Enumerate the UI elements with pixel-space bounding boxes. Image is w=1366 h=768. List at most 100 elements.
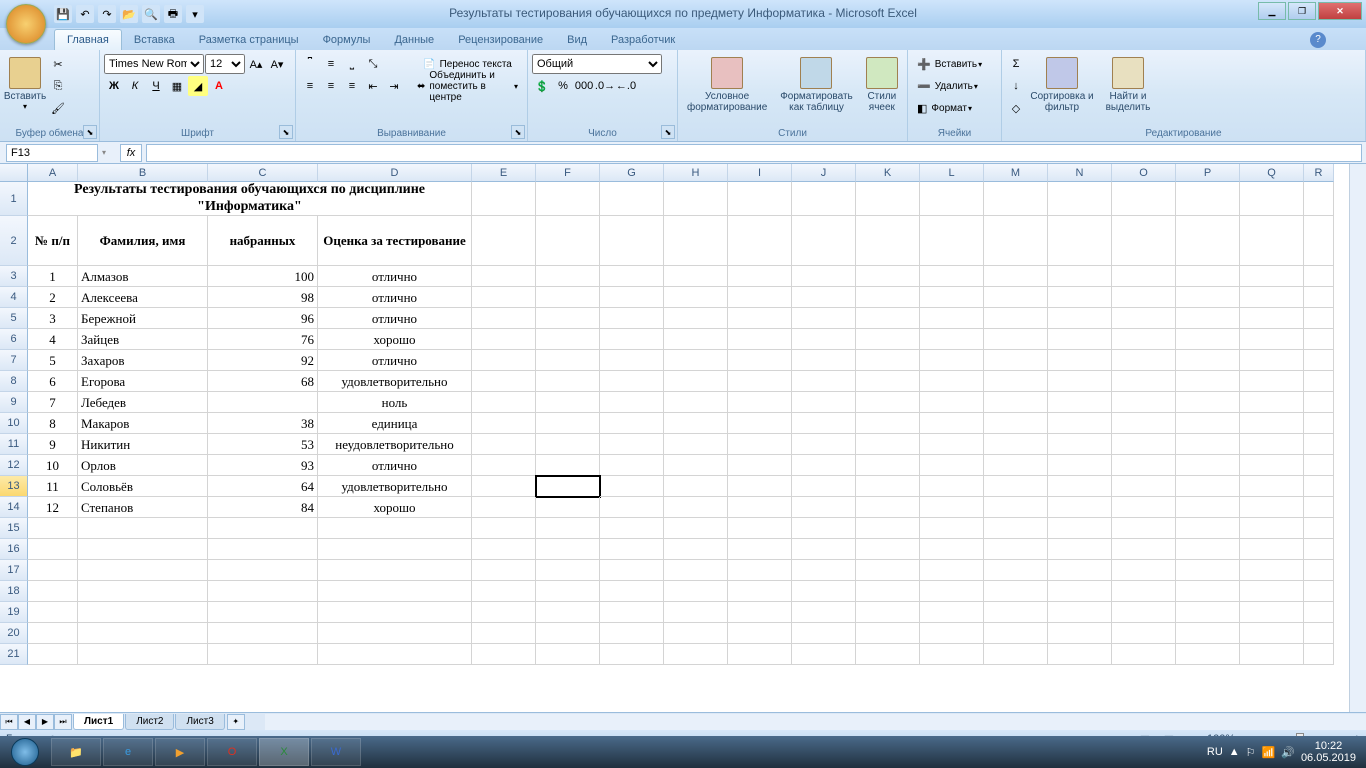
cell[interactable] bbox=[1112, 497, 1176, 518]
cell[interactable] bbox=[1240, 308, 1304, 329]
cell[interactable] bbox=[1240, 623, 1304, 644]
cell[interactable] bbox=[664, 476, 728, 497]
task-ie[interactable]: e bbox=[103, 738, 153, 766]
cell[interactable] bbox=[728, 644, 792, 665]
cell[interactable] bbox=[536, 455, 600, 476]
cell[interactable] bbox=[318, 539, 472, 560]
cell[interactable] bbox=[920, 287, 984, 308]
cell[interactable] bbox=[1176, 308, 1240, 329]
cell[interactable] bbox=[600, 623, 664, 644]
row-header[interactable]: 14 bbox=[0, 497, 28, 518]
font-size-select[interactable]: 12 bbox=[205, 54, 245, 74]
cell[interactable] bbox=[856, 350, 920, 371]
cell[interactable] bbox=[1304, 497, 1334, 518]
cell[interactable] bbox=[1304, 371, 1334, 392]
cell[interactable] bbox=[1240, 434, 1304, 455]
cell[interactable]: 4 bbox=[28, 329, 78, 350]
cell[interactable] bbox=[984, 455, 1048, 476]
cell[interactable] bbox=[318, 560, 472, 581]
cell[interactable] bbox=[920, 539, 984, 560]
cell[interactable] bbox=[856, 644, 920, 665]
cell[interactable] bbox=[472, 182, 536, 216]
cell[interactable] bbox=[984, 266, 1048, 287]
indent-inc-icon[interactable]: ⇥ bbox=[384, 76, 404, 96]
cell[interactable] bbox=[1112, 392, 1176, 413]
cell[interactable] bbox=[792, 497, 856, 518]
cell[interactable] bbox=[920, 266, 984, 287]
cell[interactable]: 92 bbox=[208, 350, 318, 371]
col-header-C[interactable]: C bbox=[208, 164, 318, 182]
cell[interactable] bbox=[984, 560, 1048, 581]
cell[interactable] bbox=[1112, 581, 1176, 602]
cell[interactable] bbox=[1048, 266, 1112, 287]
cell[interactable] bbox=[1176, 371, 1240, 392]
cell[interactable] bbox=[856, 216, 920, 266]
cell[interactable] bbox=[1240, 216, 1304, 266]
cell[interactable]: единица bbox=[318, 413, 472, 434]
cell[interactable] bbox=[664, 623, 728, 644]
cell[interactable] bbox=[536, 182, 600, 216]
number-launcher[interactable]: ⬊ bbox=[661, 125, 675, 139]
cell[interactable] bbox=[792, 623, 856, 644]
cell[interactable] bbox=[208, 518, 318, 539]
cell[interactable] bbox=[472, 350, 536, 371]
cell[interactable] bbox=[792, 329, 856, 350]
cell[interactable] bbox=[1304, 581, 1334, 602]
cell[interactable] bbox=[600, 539, 664, 560]
cell[interactable] bbox=[1240, 371, 1304, 392]
cell[interactable] bbox=[1112, 287, 1176, 308]
row-header[interactable]: 16 bbox=[0, 539, 28, 560]
cell[interactable] bbox=[1240, 560, 1304, 581]
cell[interactable] bbox=[984, 287, 1048, 308]
maximize-button[interactable]: ❐ bbox=[1288, 2, 1316, 20]
cell[interactable] bbox=[1048, 350, 1112, 371]
cell[interactable] bbox=[1176, 644, 1240, 665]
cell[interactable]: отлично bbox=[318, 287, 472, 308]
cell[interactable]: 5 bbox=[28, 350, 78, 371]
merge-center-button[interactable]: ⬌Объединить и поместить в центре▾ bbox=[412, 76, 523, 96]
cell[interactable] bbox=[1176, 497, 1240, 518]
cell[interactable] bbox=[536, 371, 600, 392]
cell[interactable] bbox=[920, 308, 984, 329]
cell[interactable] bbox=[1176, 413, 1240, 434]
cell[interactable] bbox=[1304, 287, 1334, 308]
cell[interactable] bbox=[856, 539, 920, 560]
format-as-table-button[interactable]: Форматировать как таблицу bbox=[774, 54, 858, 120]
grow-font-icon[interactable]: A▴ bbox=[246, 54, 266, 74]
cell[interactable] bbox=[600, 308, 664, 329]
cell[interactable]: 93 bbox=[208, 455, 318, 476]
cell[interactable] bbox=[536, 560, 600, 581]
ribbon-tab-5[interactable]: Рецензирование bbox=[446, 30, 555, 50]
ribbon-tab-0[interactable]: Главная bbox=[54, 29, 122, 50]
cell[interactable]: Количество набранных баллов bbox=[208, 216, 318, 266]
help-icon[interactable]: ? bbox=[1310, 32, 1326, 48]
tray-volume-icon[interactable]: 🔊 bbox=[1281, 746, 1295, 759]
align-middle-icon[interactable]: ≡ bbox=[321, 54, 341, 74]
row-header[interactable]: 7 bbox=[0, 350, 28, 371]
cell[interactable] bbox=[984, 581, 1048, 602]
cell[interactable] bbox=[208, 392, 318, 413]
cell[interactable] bbox=[664, 644, 728, 665]
cell[interactable] bbox=[536, 308, 600, 329]
sheet-tab[interactable]: Лист1 bbox=[73, 714, 124, 730]
cell[interactable] bbox=[792, 266, 856, 287]
row-header[interactable]: 8 bbox=[0, 371, 28, 392]
new-sheet-button[interactable]: ✦ bbox=[227, 714, 245, 730]
cell[interactable]: 9 bbox=[28, 434, 78, 455]
ribbon-tab-4[interactable]: Данные bbox=[382, 30, 446, 50]
horizontal-scrollbar[interactable] bbox=[265, 714, 1366, 730]
cell[interactable] bbox=[920, 644, 984, 665]
align-center-icon[interactable]: ≡ bbox=[321, 76, 341, 96]
col-header-L[interactable]: L bbox=[920, 164, 984, 182]
col-header-P[interactable]: P bbox=[1176, 164, 1240, 182]
task-word[interactable]: W bbox=[311, 738, 361, 766]
cell[interactable] bbox=[664, 581, 728, 602]
cell[interactable]: Результаты тестирования обучающихся по д… bbox=[28, 182, 472, 216]
cell[interactable] bbox=[1304, 350, 1334, 371]
col-header-B[interactable]: B bbox=[78, 164, 208, 182]
cell[interactable] bbox=[984, 329, 1048, 350]
row-header[interactable]: 15 bbox=[0, 518, 28, 539]
cell[interactable] bbox=[792, 350, 856, 371]
cell[interactable]: Степанов bbox=[78, 497, 208, 518]
cell[interactable] bbox=[472, 266, 536, 287]
